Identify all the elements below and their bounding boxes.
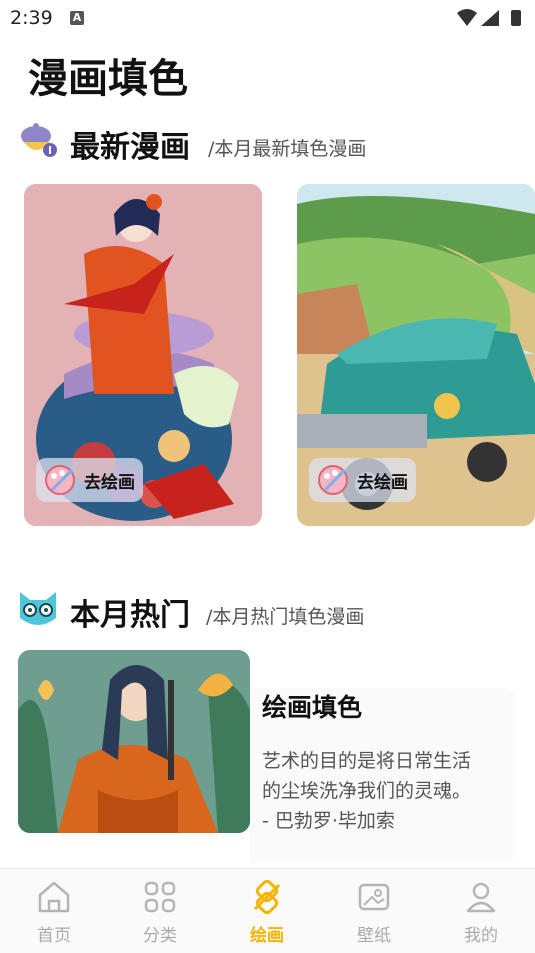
section-header-hot: 本月热门 /本月热门填色漫画: [18, 588, 518, 633]
status-bar: 2:39 A: [0, 0, 535, 36]
cat-glasses-icon: [20, 592, 56, 625]
feature-info: 绘画填色 艺术的目的是将日常生活的尘埃洗净我们的灵魂。 - 巴勃罗·毕加索: [250, 688, 516, 863]
status-time: 2:39: [10, 7, 53, 29]
palette-icon: [45, 465, 75, 495]
comic-card[interactable]: 去绘画: [24, 184, 262, 526]
feature-quote: 艺术的目的是将日常生活的尘埃洗净我们的灵魂。 - 巴勃罗·毕加索: [262, 750, 472, 832]
tab-mine[interactable]: 我的: [441, 879, 521, 946]
grid-icon: [144, 881, 176, 913]
tab-home[interactable]: 首页: [14, 879, 94, 946]
signal-icon: [481, 10, 499, 26]
notification-icon: A: [70, 11, 84, 25]
hot-feature-card[interactable]: 绘画填色 艺术的目的是将日常生活的尘埃洗净我们的灵魂。 - 巴勃罗·毕加索: [18, 650, 518, 865]
go-paint-label: 去绘画: [84, 472, 135, 493]
newest-comics-carousel[interactable]: 去绘画 去绘画: [0, 184, 535, 529]
wallpaper-icon: [358, 883, 390, 911]
section-title-hot: 本月热门: [70, 598, 190, 633]
battery-icon: [511, 10, 521, 26]
home-icon: [38, 881, 70, 913]
tab-label: 分类: [143, 926, 177, 946]
palette-icon: [318, 465, 348, 495]
tab-label: 绘画: [250, 926, 284, 946]
feature-title: 绘画填色: [262, 693, 363, 722]
tab-paint[interactable]: 绘画: [227, 879, 307, 946]
tab-label: 我的: [464, 926, 498, 946]
page-title: 漫画填色: [28, 56, 188, 102]
artist-beret-icon: [21, 123, 57, 157]
tab-category[interactable]: 分类: [120, 879, 200, 946]
feature-artwork-warrior: [18, 650, 250, 833]
user-icon: [466, 882, 496, 913]
section-title-new: 最新漫画: [70, 130, 190, 165]
feature-artwork: [18, 650, 250, 833]
tab-wallpaper[interactable]: 壁纸: [334, 879, 414, 946]
tab-label: 首页: [37, 926, 71, 946]
paint-icon: [253, 879, 281, 915]
comic-card[interactable]: 去绘画: [297, 184, 535, 526]
section-header-new: 最新漫画 /本月最新填色漫画: [18, 120, 518, 165]
tab-label: 壁纸: [357, 926, 391, 946]
bottom-tab-bar: 首页 分类 绘画 壁纸 我的: [0, 868, 535, 953]
go-paint-button[interactable]: 去绘画: [309, 458, 416, 502]
system-status-icons: [457, 9, 521, 26]
go-paint-button[interactable]: 去绘画: [36, 458, 143, 502]
section-subtitle-new: /本月最新填色漫画: [208, 138, 367, 160]
section-subtitle-hot: /本月热门填色漫画: [206, 606, 365, 628]
wifi-icon: [457, 9, 477, 26]
go-paint-label: 去绘画: [357, 472, 408, 493]
